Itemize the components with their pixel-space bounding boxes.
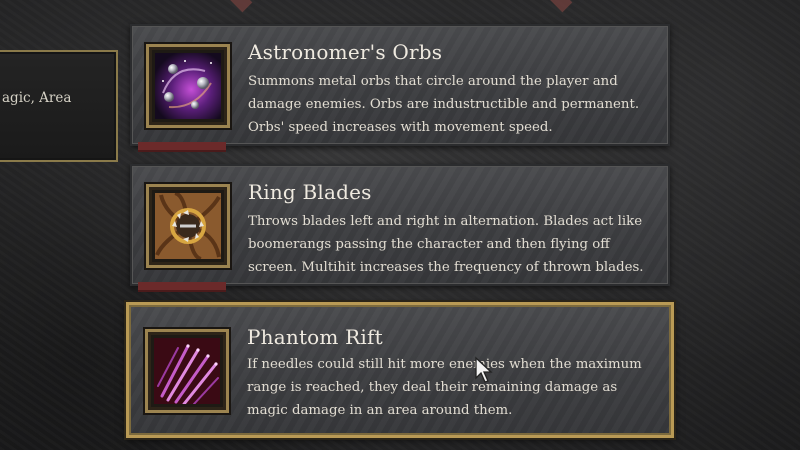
upgrade-icon-frame (146, 44, 230, 128)
ring-blades-icon (155, 193, 221, 259)
upgrade-card-phantom-rift[interactable]: Phantom Rift If needles could still hit … (126, 302, 674, 438)
card-description: Summons metal orbs that circle around th… (248, 74, 640, 135)
card-title: Phantom Rift (247, 325, 383, 349)
card-title: Astronomer's Orbs (248, 40, 443, 64)
orbs-icon (155, 53, 221, 119)
card-title: Ring Blades (248, 180, 372, 204)
upgrade-icon-frame (146, 184, 230, 268)
side-info-panel: agic, Area (0, 50, 118, 162)
phantom-rift-icon (154, 338, 220, 404)
upgrade-icon-frame (145, 329, 229, 413)
card-accent (138, 142, 226, 152)
upgrade-card-astronomers-orbs[interactable]: Astronomer's Orbs Summons metal orbs tha… (130, 24, 670, 152)
card-description: If needles could still hit more enemies … (247, 357, 642, 418)
card-description: Throws blades left and right in alternat… (248, 214, 644, 275)
upgrade-card-ring-blades[interactable]: Ring Blades Throws blades left and right… (130, 164, 670, 292)
mouse-cursor-icon (475, 356, 493, 383)
side-panel-text: agic, Area (2, 90, 72, 106)
card-accent (138, 282, 226, 292)
